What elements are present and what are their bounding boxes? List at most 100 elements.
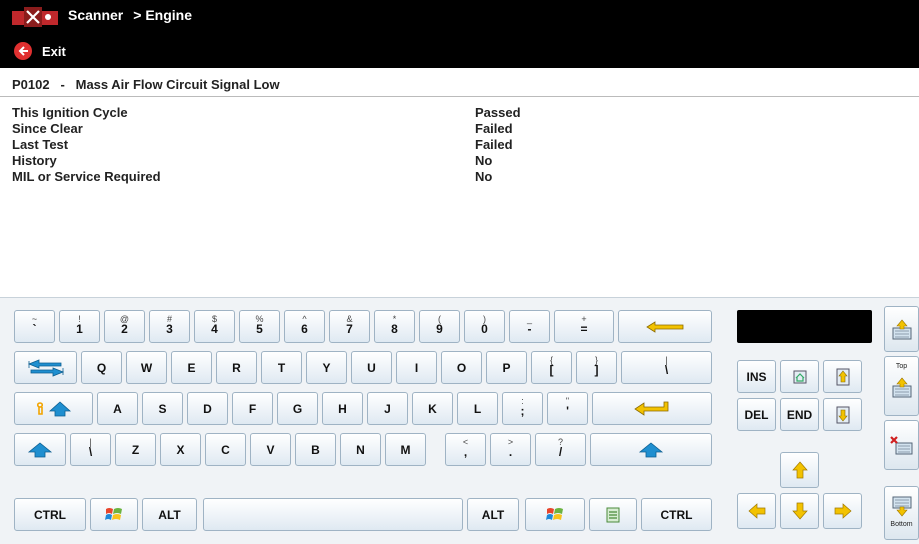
key-v[interactable]: V [250,433,291,466]
key-n[interactable]: N [340,433,381,466]
key-y[interactable]: Y [306,351,347,384]
status-value: Failed [475,137,513,152]
key-tab[interactable] [14,351,77,384]
keyboard-dock-bottom-button[interactable]: Bottom [884,486,919,540]
key-w[interactable]: W [126,351,167,384]
key-alt-left[interactable]: ALT [142,498,197,531]
top-label: Top [895,363,908,370]
key-4[interactable]: $4 [194,310,235,343]
key-caps-lock[interactable] [14,392,93,425]
key-k[interactable]: K [412,392,453,425]
key-arrow-left[interactable] [737,493,776,529]
key-q[interactable]: Q [81,351,122,384]
breadcrumb: Scanner > Engine [68,7,192,23]
key-j[interactable]: J [367,392,408,425]
dtc-description: Mass Air Flow Circuit Signal Low [75,77,280,92]
key-space[interactable] [203,498,463,531]
key-l[interactable]: L [457,392,498,425]
key-t[interactable]: T [261,351,302,384]
key-m[interactable]: M [385,433,426,466]
key-comma[interactable]: <, [445,433,486,466]
key-2[interactable]: @2 [104,310,145,343]
status-label: This Ignition Cycle [12,105,128,120]
key-backslash[interactable]: | \ [621,351,712,384]
title-bar: Scanner > Engine Exit [0,0,919,68]
key-end[interactable]: END [780,398,819,431]
key-g[interactable]: G [277,392,318,425]
key-ctrl-right[interactable]: CTRL [641,498,712,531]
key-0[interactable]: ) 0 [464,310,505,343]
key-period[interactable]: >. [490,433,531,466]
key-right-shift[interactable] [590,433,712,466]
status-label: Since Clear [12,121,83,136]
key-home[interactable] [780,360,819,393]
key-right-bracket[interactable]: }] [576,351,617,384]
tab-arrows-icon [27,358,64,377]
key-left-shift[interactable] [14,433,66,466]
key-backslash-small[interactable]: | \ [70,433,111,466]
key-backspace[interactable] [618,310,712,343]
key-ins[interactable]: INS [737,360,776,393]
divider [0,96,919,97]
key-ctrl-left[interactable]: CTRL [14,498,86,531]
key-windows-left[interactable] [90,498,138,531]
key-c[interactable]: C [205,433,246,466]
status-row: This Ignition Cycle Passed [12,105,892,121]
key-page-down[interactable] [823,398,862,431]
breadcrumb-scanner[interactable]: Scanner [68,7,123,23]
key-minus[interactable]: _ - [509,310,550,343]
key-backtick[interactable]: ~ ` [14,310,55,343]
key-enter[interactable] [592,392,712,425]
back-arrow-icon [14,42,32,60]
key-e[interactable]: E [171,351,212,384]
key-page-up[interactable] [823,360,862,393]
key-z[interactable]: Z [115,433,156,466]
status-value: No [475,169,493,184]
key-context-menu[interactable] [589,498,637,531]
key-alt-right[interactable]: ALT [467,498,519,531]
arrow-down-icon [791,502,808,520]
arrow-left-icon [747,503,765,519]
key-del[interactable]: DEL [737,398,776,431]
key-7[interactable]: & 7 [329,310,370,343]
key-quote[interactable]: " ' [547,392,588,425]
key-8[interactable]: * 8 [374,310,415,343]
key-a[interactable]: A [97,392,138,425]
key-i[interactable]: I [396,351,437,384]
key-s[interactable]: S [142,392,183,425]
backspace-arrow-icon [646,320,684,333]
key-o[interactable]: O [441,351,482,384]
dtc-code: P0102 [12,77,50,92]
key-f[interactable]: F [232,392,273,425]
key-b[interactable]: B [295,433,336,466]
key-semicolon[interactable]: :; [502,392,543,425]
key-3[interactable]: #3 [149,310,190,343]
key-p[interactable]: P [486,351,527,384]
key-5[interactable]: % 5 [239,310,280,343]
keyboard-dock-top-button[interactable]: Top [884,356,919,416]
key-arrow-up[interactable] [780,452,819,488]
key-h[interactable]: H [322,392,363,425]
keyboard-move-up-button[interactable] [884,306,919,352]
status-row: Since Clear Failed [12,121,892,137]
key-arrow-right[interactable] [823,493,862,529]
key-x[interactable]: X [160,433,201,466]
windows-logo-icon [105,507,122,520]
key-6[interactable]: ^ 6 [284,310,325,343]
key-preview-display [737,310,872,343]
exit-button[interactable]: Exit [14,42,66,60]
key-u[interactable]: U [351,351,392,384]
arrow-up-icon [791,461,808,479]
key-d[interactable]: D [187,392,228,425]
key-windows-right[interactable] [525,498,585,531]
keyboard-close-button[interactable] [884,420,919,470]
key-9[interactable]: (9 [419,310,460,343]
key-r[interactable]: R [216,351,257,384]
key-left-bracket[interactable]: {[ [531,351,572,384]
key-equals[interactable]: + = [554,310,614,343]
key-slash[interactable]: ? / [535,433,586,466]
arrow-right-icon [834,503,852,519]
key-arrow-down[interactable] [780,493,819,529]
keyboard-top-icon [892,377,911,398]
key-1[interactable]: ! 1 [59,310,100,343]
